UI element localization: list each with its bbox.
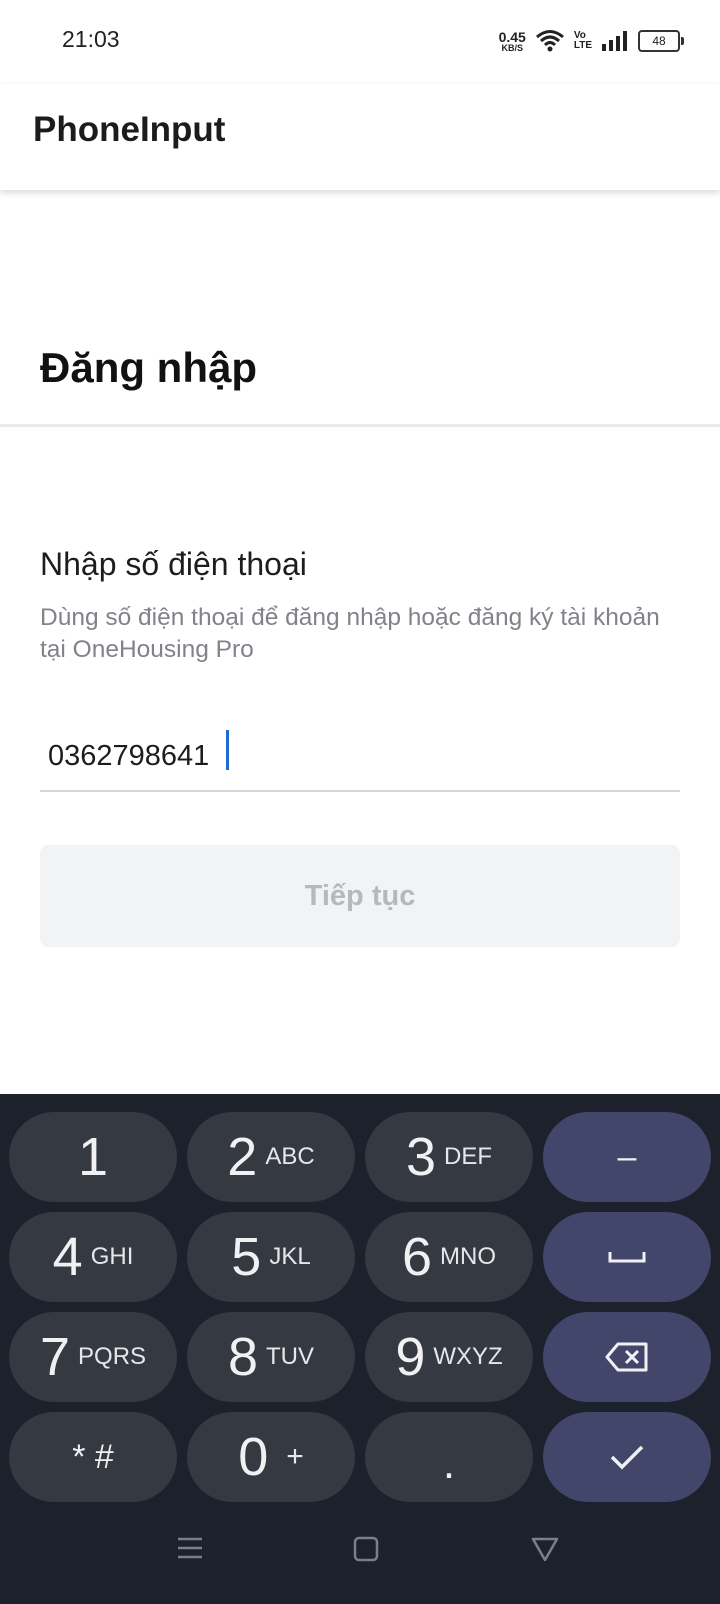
key-2[interactable]: 2 ABC	[187, 1112, 355, 1202]
key-9[interactable]: 9 WXYZ	[365, 1312, 533, 1402]
volte-indicator: Vo LTE	[574, 31, 592, 51]
star-hash-symbol: * #	[72, 1437, 114, 1476]
text-cursor	[226, 730, 229, 770]
network-speed-unit: KB/S	[501, 42, 523, 53]
key-0-number: 0	[238, 1427, 269, 1487]
key-2-letters: ABC	[265, 1143, 315, 1170]
volte-bottom: LTE	[573, 40, 592, 51]
checkmark-icon	[610, 1445, 644, 1470]
star-hash-key[interactable]: * #	[9, 1412, 177, 1502]
home-square-icon[interactable]	[352, 1535, 380, 1563]
continue-button[interactable]: Tiếp tục	[40, 845, 680, 947]
numeric-keyboard: 1 2 ABC 3 DEF – 4 GHI 5 JKL 6 MNO 7 PQRS…	[0, 1094, 720, 1604]
backspace-key[interactable]	[543, 1312, 711, 1402]
key-6-number: 6	[401, 1227, 433, 1287]
key-6-letters: MNO	[440, 1243, 497, 1270]
key-9-number: 9	[395, 1327, 426, 1387]
dot-key[interactable]: .	[365, 1412, 533, 1502]
app-bar: PhoneInput	[0, 84, 720, 190]
page-title: Đăng nhập	[40, 344, 257, 391]
network-speed-value: 0.45	[498, 28, 526, 45]
key-8-letters: TUV	[266, 1343, 315, 1370]
battery-indicator: 48	[638, 30, 684, 52]
key-1[interactable]: 1	[9, 1112, 177, 1202]
key-3-letters: DEF	[444, 1143, 493, 1170]
status-time: 21:03	[62, 26, 120, 52]
status-icons: 0.45 KB/S Vo LTE 48	[499, 24, 684, 58]
phone-number-input[interactable]	[40, 722, 680, 792]
key-1-number: 1	[77, 1127, 109, 1187]
backspace-icon	[605, 1342, 648, 1372]
minus-symbol: –	[617, 1137, 637, 1176]
key-5-number: 5	[231, 1227, 262, 1287]
key-7-letters: PQRS	[78, 1343, 147, 1370]
space-icon	[608, 1252, 646, 1263]
network-speed: 0.45 KB/S	[499, 30, 526, 53]
key-5-letters: JKL	[269, 1243, 311, 1270]
app-title: PhoneInput	[33, 110, 226, 149]
key-7[interactable]: 7 PQRS	[9, 1312, 177, 1402]
key-6[interactable]: 6 MNO	[365, 1212, 533, 1302]
done-key[interactable]	[543, 1412, 711, 1502]
minus-key[interactable]: –	[543, 1112, 711, 1202]
system-navigation-bar	[0, 1505, 720, 1604]
phone-section-description: Dùng số điện thoại để đăng nhập hoặc đăn…	[40, 604, 660, 663]
phone-section-label: Nhập số điện thoại	[40, 546, 307, 582]
back-triangle-icon[interactable]	[530, 1535, 560, 1563]
key-4[interactable]: 4 GHI	[9, 1212, 177, 1302]
key-3[interactable]: 3 DEF	[365, 1112, 533, 1202]
key-0[interactable]: 0 +	[187, 1412, 355, 1502]
status-bar: 21:03 0.45 KB/S Vo LTE 48	[0, 0, 720, 84]
key-8[interactable]: 8 TUV	[187, 1312, 355, 1402]
key-8-number: 8	[227, 1327, 259, 1387]
dot-symbol: .	[442, 1439, 456, 1488]
key-0-plus: +	[286, 1440, 304, 1473]
key-9-letters: WXYZ	[433, 1343, 503, 1370]
key-7-number: 7	[39, 1327, 71, 1387]
key-4-letters: GHI	[90, 1243, 134, 1270]
divider	[0, 424, 720, 427]
key-5[interactable]: 5 JKL	[187, 1212, 355, 1302]
key-3-number: 3	[405, 1127, 437, 1187]
menu-icon[interactable]	[175, 1535, 205, 1561]
key-2-number: 2	[227, 1127, 258, 1187]
key-4-number: 4	[52, 1227, 83, 1287]
wifi-icon	[535, 30, 564, 52]
space-key[interactable]	[543, 1212, 711, 1302]
signal-icon	[602, 31, 627, 51]
